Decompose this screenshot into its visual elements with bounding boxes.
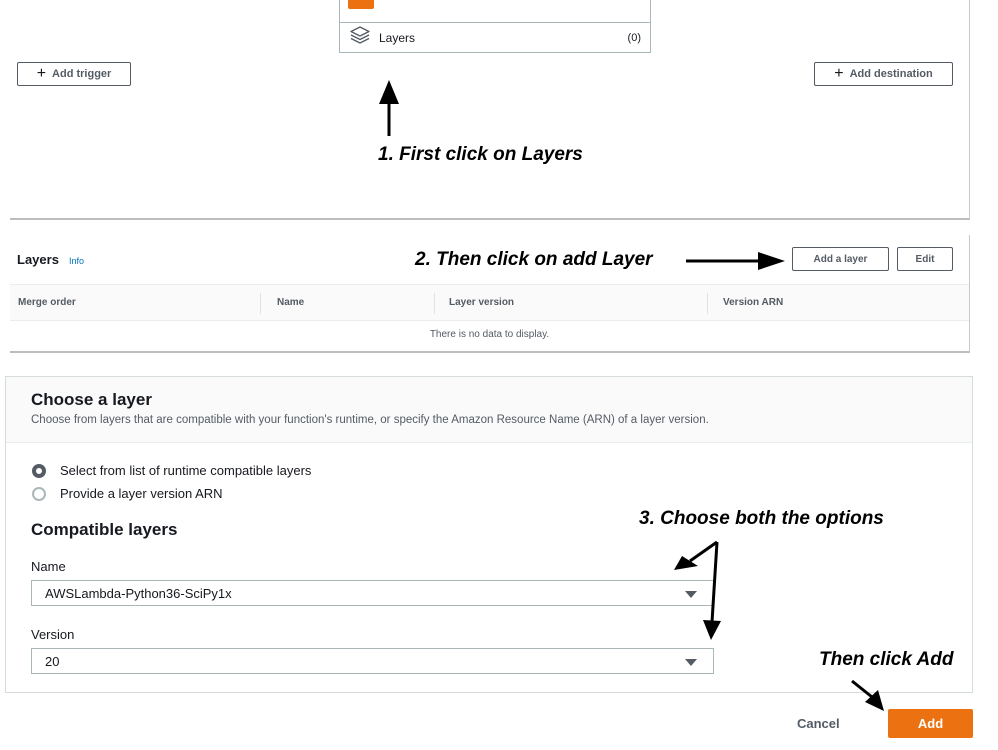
choose-layer-header: Choose a layer Choose from layers that a… [6,377,972,443]
annotation-step2: 2. Then click on add Layer [415,249,653,270]
radio-option-compatible-layers[interactable]: Select from list of runtime compatible l… [32,463,311,478]
layers-icon [349,25,371,50]
compatible-layers-title: Compatible layers [31,520,178,539]
col-name[interactable]: Name [277,297,304,308]
choose-layer-title: Choose a layer [31,390,152,409]
edit-button[interactable]: Edit [897,247,953,271]
layers-panel-title: Layers [17,252,59,267]
col-merge-order[interactable]: Merge order [18,297,76,308]
radio-button-selected[interactable] [32,463,46,478]
info-link[interactable]: Info [69,256,84,266]
version-select[interactable]: 20 [31,648,714,674]
column-divider [707,293,708,314]
add-destination-label: Add destination [849,68,933,80]
layers-node-count: (0) [627,31,641,44]
radio-option-label: Select from list of runtime compatible l… [60,463,312,478]
name-field-label: Name [31,559,66,574]
caret-down-icon [685,659,697,666]
plus-icon: + [834,65,844,82]
radio-button[interactable] [32,486,46,501]
function-node-accent [348,0,374,9]
add-trigger-button[interactable]: + Add trigger [17,62,131,86]
caret-down-icon [685,591,697,598]
version-field-label: Version [31,627,75,642]
empty-table-message: There is no data to display. [429,329,550,340]
name-select-value: AWSLambda-Python36-SciPy1x [45,585,232,601]
layers-node-row[interactable]: Layers (0) [340,22,651,52]
col-layer-version[interactable]: Layer version [449,297,514,308]
add-button[interactable]: Add [888,709,973,738]
add-a-layer-button[interactable]: Add a layer [792,247,889,271]
column-divider [260,293,261,314]
layers-node[interactable]: Layers (0) [339,0,651,53]
annotation-step4: Then click Add [819,649,954,670]
designer-panel: Layers (0) + Add trigger + Add destinati… [10,0,970,220]
layers-table-header: Merge order Name Layer version Version A… [10,284,969,321]
version-select-value: 20 [45,653,60,669]
choose-layer-description: Choose from layers that are compatible w… [31,414,709,426]
radio-option-layer-arn[interactable]: Provide a layer version ARN [32,486,223,501]
name-select[interactable]: AWSLambda-Python36-SciPy1x [31,580,714,606]
radio-option-label: Provide a layer version ARN [60,486,223,501]
column-divider [434,293,435,314]
plus-icon: + [36,65,47,82]
add-destination-button[interactable]: + Add destination [814,62,953,86]
choose-layer-panel: Choose a layer Choose from layers that a… [5,376,973,693]
annotation-step1: 1. First click on Layers [378,144,583,165]
cancel-button[interactable]: Cancel [797,716,840,731]
col-version-arn[interactable]: Version ARN [723,297,783,308]
annotation-step3: 3. Choose both the options [639,508,884,529]
layers-node-label: Layers [379,30,416,45]
add-trigger-label: Add trigger [52,68,112,80]
